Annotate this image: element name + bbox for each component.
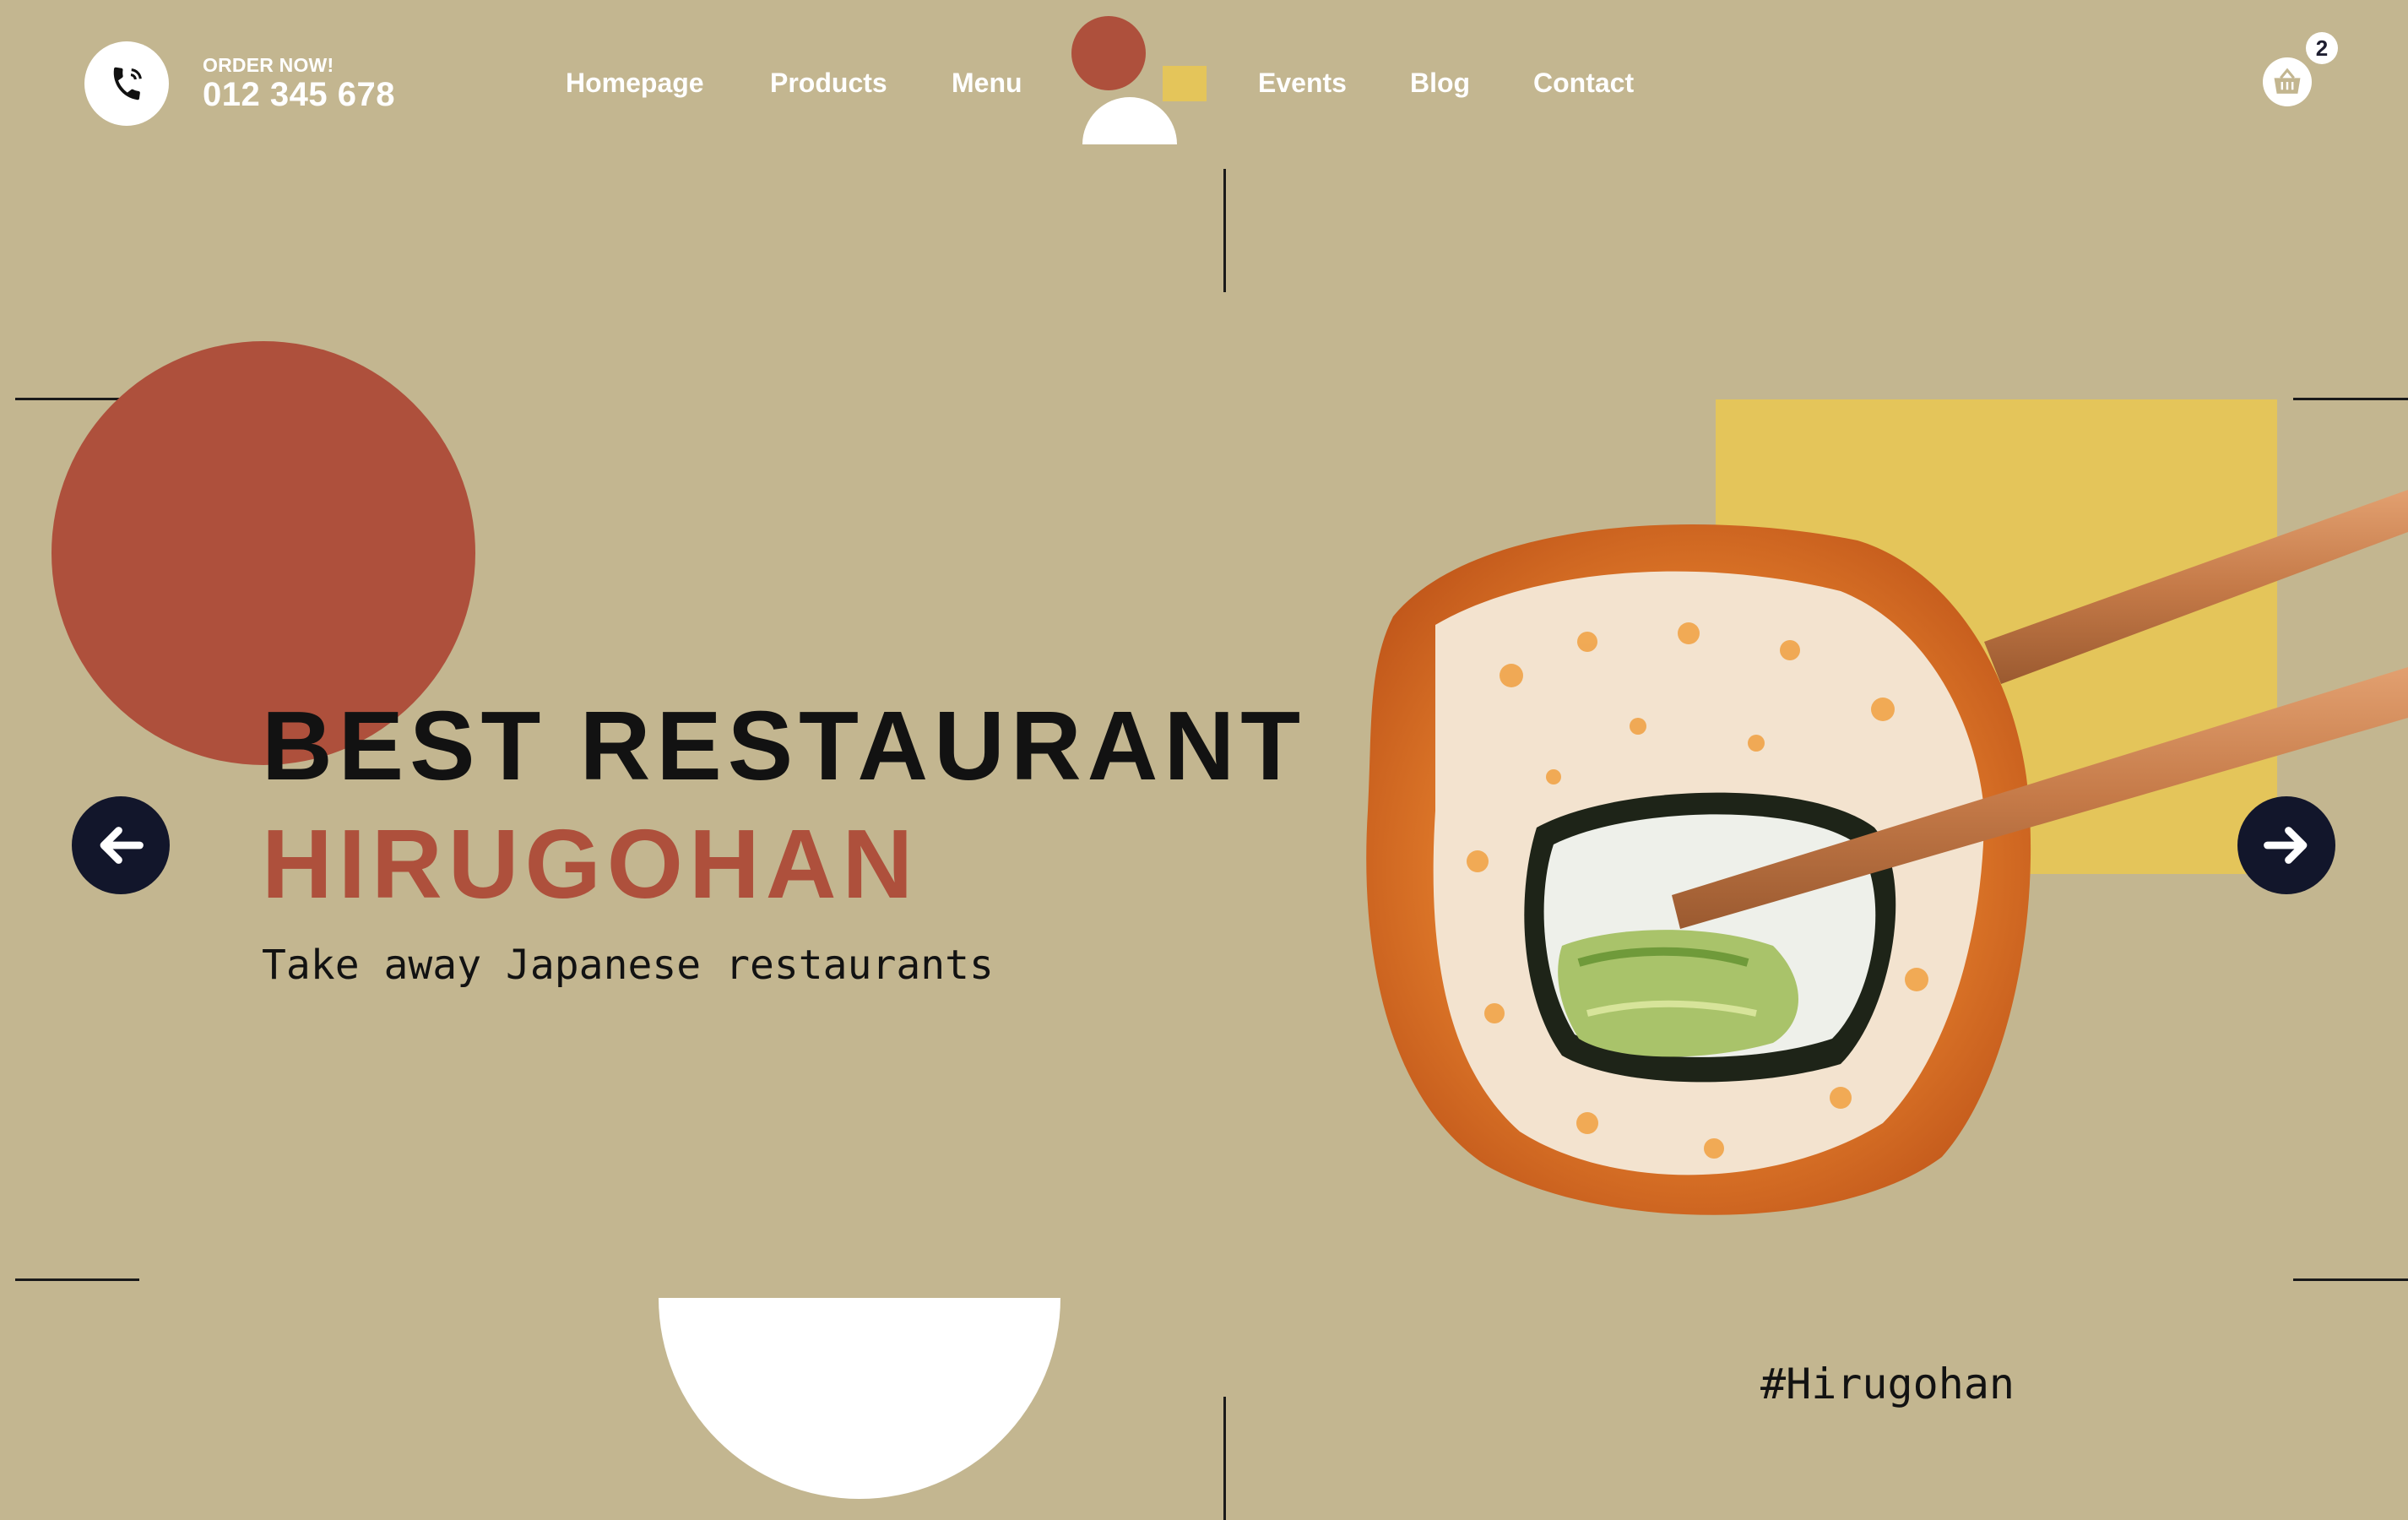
logo-red-circle	[1071, 16, 1146, 90]
nav-homepage[interactable]: Homepage	[566, 68, 704, 99]
arrow-left-icon	[100, 827, 144, 864]
hashtag-label: #Hirugohan	[1760, 1360, 2015, 1409]
cart-button[interactable]	[2263, 57, 2312, 106]
hero-subtitle: Take away Japanese restaurants	[262, 942, 994, 989]
hero-title-line1: BEST RESTAURANT	[262, 691, 1307, 801]
slider-next-button[interactable]	[2237, 796, 2335, 894]
decor-white-half-circle	[659, 1298, 1060, 1499]
guide-line-top	[1223, 169, 1226, 292]
guide-line-left-bottom	[15, 1278, 139, 1281]
guide-line-right-bottom	[2293, 1278, 2408, 1281]
nav-contact[interactable]: Contact	[1533, 68, 1634, 99]
guide-line-bottom	[1223, 1397, 1226, 1520]
logo-yellow-square	[1163, 66, 1207, 101]
logo-white-semicircle	[1082, 97, 1177, 144]
phone-button[interactable]	[84, 41, 169, 126]
hero-title-line2: HIRUGOHAN	[262, 809, 919, 919]
nav-products[interactable]: Products	[770, 68, 887, 99]
guide-line-right-top	[2293, 398, 2408, 400]
slider-prev-button[interactable]	[72, 796, 170, 894]
order-phone-number[interactable]: 012 345 678	[203, 76, 395, 114]
arrow-right-icon	[2264, 827, 2308, 864]
nav-blog[interactable]: Blog	[1410, 68, 1470, 99]
cart-count-badge: 2	[2306, 32, 2338, 64]
nav-menu[interactable]: Menu	[952, 68, 1022, 99]
basket-icon	[2274, 68, 2301, 94]
order-now-label: ORDER NOW!	[203, 54, 334, 76]
phone-icon	[113, 67, 142, 100]
guide-line-left-top	[15, 398, 121, 400]
nav-events[interactable]: Events	[1258, 68, 1347, 99]
